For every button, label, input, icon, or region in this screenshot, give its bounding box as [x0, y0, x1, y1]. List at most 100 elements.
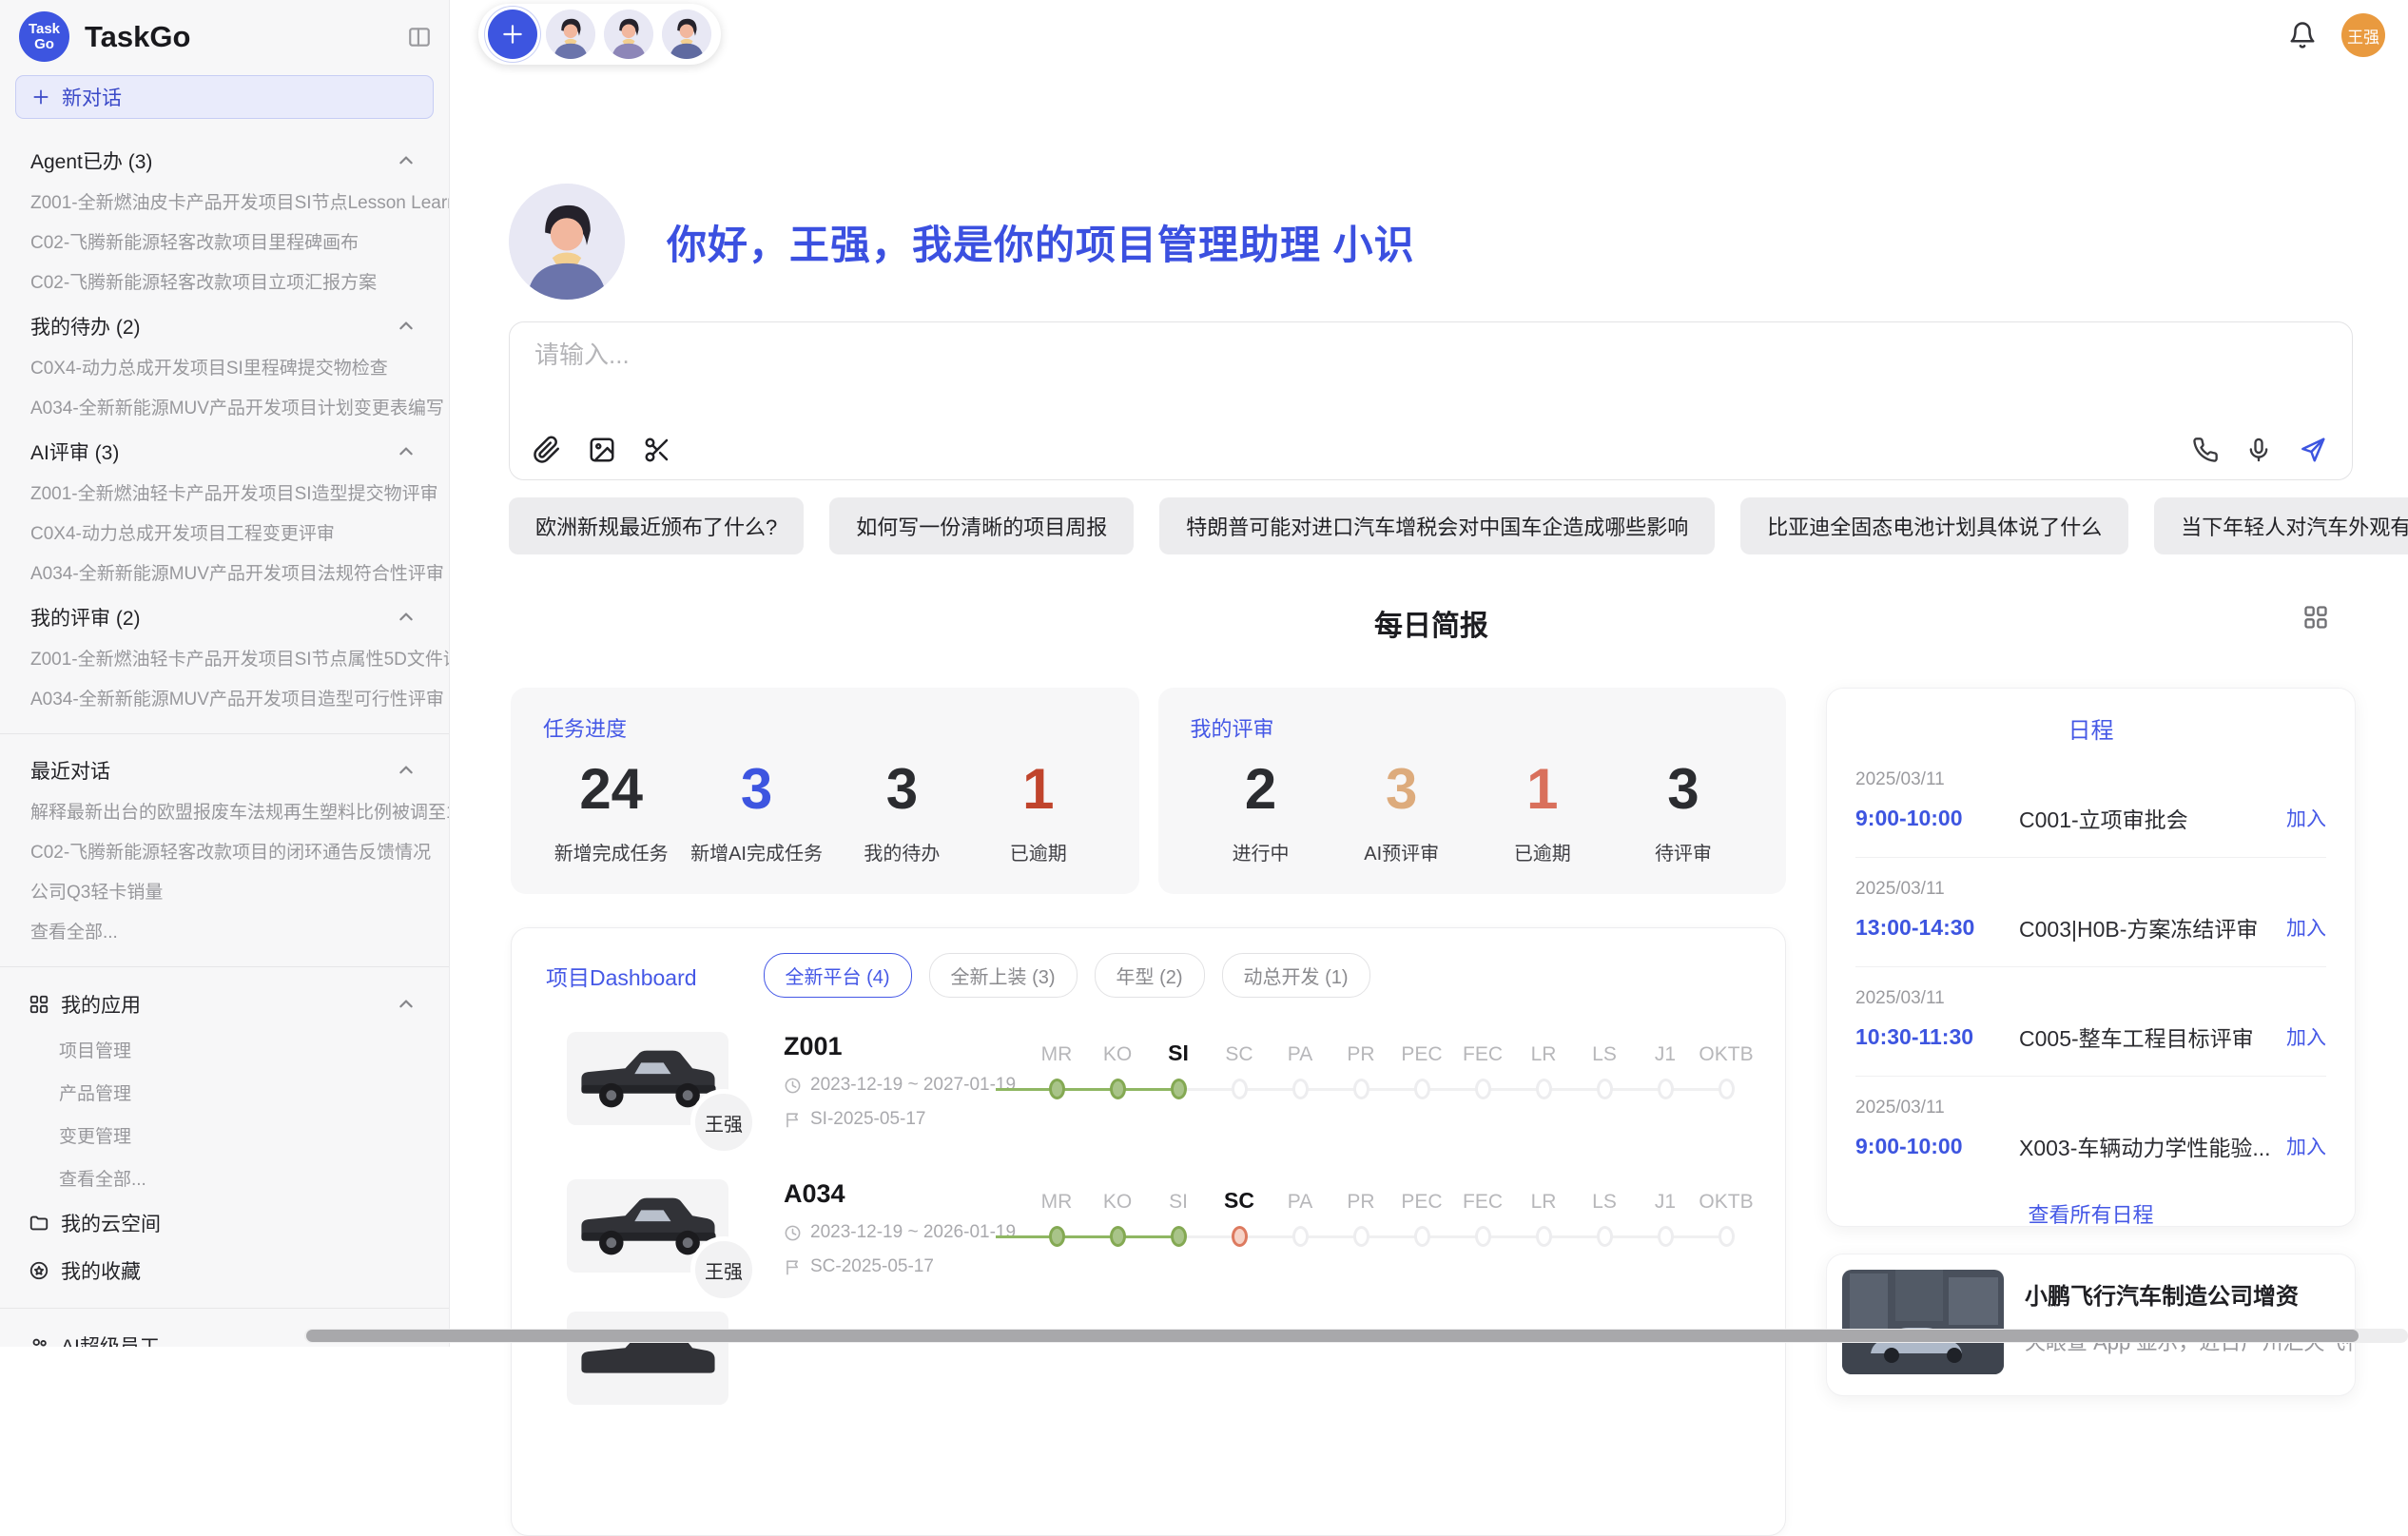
flag-icon	[784, 1111, 802, 1129]
project-row[interactable]: 王强 Z001 2023-12-19 ~ 2027-01-19 SI-2025-…	[512, 1032, 1785, 1130]
schedule-event-name: C005-整车工程目标评审	[2019, 1021, 2286, 1053]
schedule-item: 2025/03/11 13:00-14:30 C003|H0B-方案冻结评审 加…	[1855, 857, 2326, 966]
chevron-up-icon[interactable]	[398, 996, 415, 1013]
chevron-up-icon[interactable]	[398, 318, 415, 335]
recent-view-all[interactable]: 查看全部...	[0, 913, 449, 953]
recent-chat-item[interactable]: C02-飞腾新能源轻客改款项目的闭环通告反馈情况	[0, 833, 449, 873]
milestone-dot	[1232, 1079, 1248, 1099]
milestone-dot	[1049, 1079, 1065, 1099]
sidebar-item[interactable]: Z001-全新燃油皮卡产品开发项目SI节点Lesson Learn报告	[0, 184, 449, 224]
dashboard-title: 项目Dashboard	[546, 960, 697, 992]
app-logo-text-top: Task	[29, 22, 60, 37]
schedule-join-link[interactable]: 加入	[2286, 1022, 2326, 1051]
stat: 1 已逾期	[1486, 758, 1600, 865]
milestone-dot	[1597, 1226, 1613, 1247]
recent-section-header[interactable]: 最近对话	[0, 748, 449, 793]
assistant-avatar	[509, 184, 625, 300]
user-avatar[interactable]: 王强	[2341, 13, 2385, 57]
sidebar-item[interactable]: A034-全新新能源MUV产品开发项目法规符合性评审	[0, 554, 449, 594]
milestone-track: MR KO SI SC	[1026, 1181, 1757, 1247]
teammate-avatar[interactable]	[662, 10, 711, 59]
dashboard-filter-tab[interactable]: 全新上装 (3)	[929, 953, 1078, 998]
milestone-label: PEC	[1401, 1034, 1442, 1066]
milestone-label: SI	[1168, 1034, 1189, 1066]
sidebar-item[interactable]: A034-全新新能源MUV产品开发项目造型可行性评审	[0, 680, 449, 720]
dashboard-filter-tab[interactable]: 年型 (2)	[1095, 953, 1205, 998]
sidebar-item[interactable]: Z001-全新燃油轻卡产品开发项目SI造型提交物评审	[0, 475, 449, 515]
sidebar-section-title: 我的评审 (2)	[30, 603, 398, 632]
suggestion-chip[interactable]: 欧洲新规最近颁布了什么?	[509, 497, 804, 554]
sidebar-section: AI评审 (3) Z001-全新燃油轻卡产品开发项目SI造型提交物评审 C0X4…	[0, 429, 449, 594]
add-member-button[interactable]	[488, 10, 537, 59]
recent-chat-item[interactable]: 解释最新出台的欧盟报废车法规再生塑料比例被调至15%...	[0, 793, 449, 833]
news-title: 小鹏飞行汽车制造公司增资	[2025, 1277, 2356, 1311]
news-card[interactable]: 小鹏飞行汽车制造公司增资 天眼查 App 显示，近日广州汇天飞行汽...	[1826, 1254, 2356, 1396]
suggestion-chip[interactable]: 当下年轻人对汽车外观有怎样的喜好趋势	[2154, 497, 2408, 554]
schedule-time: 9:00-10:00	[1855, 806, 2019, 831]
chevron-up-icon[interactable]	[398, 762, 415, 779]
stat-value: 24	[554, 758, 669, 821]
sidebar-item[interactable]: C02-飞腾新能源轻客改款项目里程碑画布	[0, 224, 449, 263]
stat-label: 新增AI完成任务	[690, 838, 823, 865]
milestone-dot	[1171, 1226, 1187, 1247]
apps-view-all[interactable]: 查看全部...	[0, 1157, 449, 1199]
recent-section-title: 最近对话	[30, 756, 398, 785]
recent-chat-item[interactable]: 公司Q3轻卡销量	[0, 873, 449, 913]
dashboard-filter-tab[interactable]: 全新平台 (4)	[764, 953, 912, 998]
schedule-view-all-link[interactable]: 查看所有日程	[1855, 1185, 2326, 1242]
app-item[interactable]: 项目管理	[0, 1028, 449, 1071]
suggestion-chip[interactable]: 特朗普可能对进口汽车增税会对中国车企造成哪些影响	[1159, 497, 1715, 554]
app-item[interactable]: 变更管理	[0, 1114, 449, 1157]
sidebar-item[interactable]: C02-飞腾新能源轻客改款项目立项汇报方案	[0, 263, 449, 303]
divider	[0, 733, 449, 734]
sidebar-item-favorites[interactable]: 我的收藏	[0, 1247, 449, 1294]
apps-section-header[interactable]: 我的应用	[0, 981, 449, 1028]
sidebar-section-header[interactable]: 我的待办 (2)	[0, 303, 449, 349]
paperclip-icon[interactable]	[533, 436, 561, 464]
teammate-avatar[interactable]	[604, 10, 653, 59]
app-item[interactable]: 产品管理	[0, 1071, 449, 1114]
bell-icon[interactable]	[2288, 21, 2317, 49]
sidebar-section-header[interactable]: 我的评审 (2)	[0, 594, 449, 640]
milestone-label: PA	[1288, 1034, 1312, 1066]
project-thumbnail	[567, 1312, 728, 1405]
schedule-date: 2025/03/11	[1855, 988, 2326, 1009]
sidebar-item[interactable]: C0X4-动力总成开发项目工程变更评审	[0, 515, 449, 554]
suggestion-chip[interactable]: 如何写一份清晰的项目周报	[829, 497, 1134, 554]
scissors-icon[interactable]	[643, 436, 671, 464]
mic-icon[interactable]	[2245, 437, 2272, 463]
sidebar-section-header[interactable]: AI评审 (3)	[0, 429, 449, 475]
sidebar-item[interactable]: Z001-全新燃油轻卡产品开发项目SI节点属性5D文件评审	[0, 640, 449, 680]
milestone: OKTB	[1696, 1181, 1757, 1247]
milestone-label: PR	[1347, 1034, 1374, 1066]
schedule-join-link[interactable]: 加入	[2286, 1132, 2326, 1160]
teammate-avatar[interactable]	[546, 10, 595, 59]
grid-icon[interactable]	[2302, 604, 2329, 631]
chevron-up-icon[interactable]	[398, 443, 415, 460]
new-chat-button[interactable]: 新对话	[15, 75, 434, 119]
phone-icon[interactable]	[2192, 437, 2219, 463]
stat-label: 待评审	[1626, 838, 1740, 865]
image-icon[interactable]	[588, 436, 616, 464]
chat-input[interactable]	[533, 340, 1963, 371]
chevron-up-icon[interactable]	[398, 609, 415, 626]
schedule-join-link[interactable]: 加入	[2286, 913, 2326, 942]
stat-card: 任务进度 24 新增完成任务 3 新增AI完成任务 3 我的待办	[511, 688, 1139, 894]
panel-collapse-icon[interactable]	[407, 25, 432, 49]
schedule-event-name: C001-立项审批会	[2019, 802, 2286, 834]
schedule-date: 2025/03/11	[1855, 879, 2326, 900]
send-icon[interactable]	[2299, 436, 2327, 464]
dashboard-filter-tab[interactable]: 动总开发 (1)	[1222, 953, 1370, 998]
suggestion-chip[interactable]: 比亚迪全固态电池计划具体说了什么	[1740, 497, 2128, 554]
sidebar-item-cloud-space[interactable]: 我的云空间	[0, 1199, 449, 1247]
favorites-label: 我的收藏	[61, 1256, 415, 1285]
stat-value: 3	[1345, 758, 1459, 821]
sidebar-item[interactable]: C0X4-动力总成开发项目SI里程碑提交物检查	[0, 349, 449, 389]
sidebar-item[interactable]: A034-全新新能源MUV产品开发项目计划变更表编写	[0, 389, 449, 429]
project-row[interactable]: 王强 A034 2023-12-19 ~ 2026-01-19 SC-2025-…	[512, 1179, 1785, 1277]
horizontal-scrollbar-thumb[interactable]	[306, 1330, 2359, 1342]
horizontal-scrollbar-track[interactable]	[304, 1329, 2408, 1343]
sidebar-section-header[interactable]: Agent已办 (3)	[0, 138, 449, 184]
schedule-join-link[interactable]: 加入	[2286, 804, 2326, 832]
chevron-up-icon[interactable]	[398, 152, 415, 169]
